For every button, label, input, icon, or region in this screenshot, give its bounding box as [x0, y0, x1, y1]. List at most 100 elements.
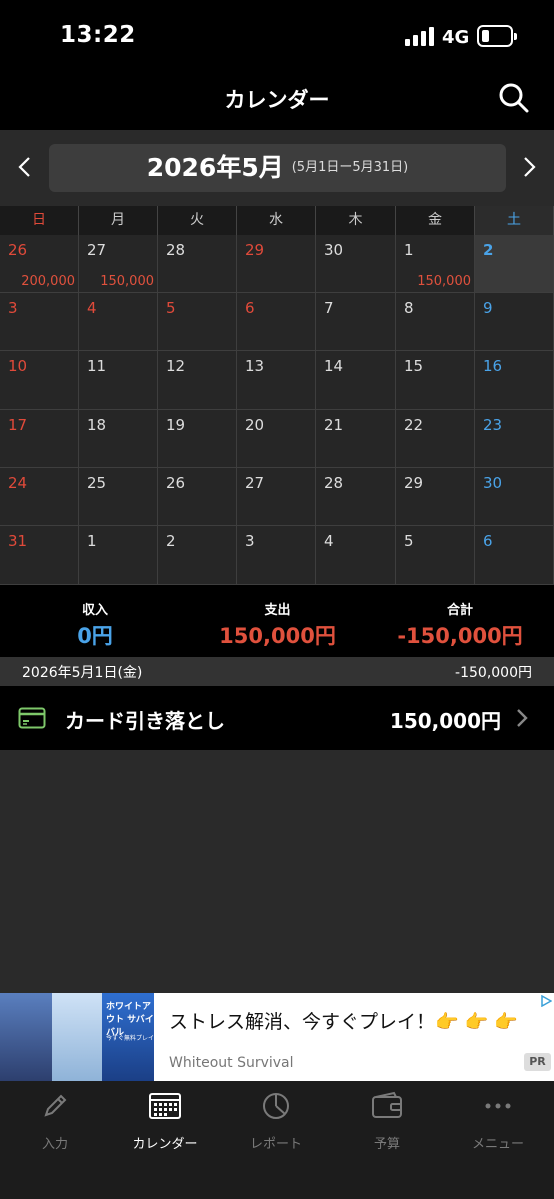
day-number: 16 — [483, 357, 503, 375]
calendar-day-cell[interactable]: 21 — [316, 410, 396, 468]
calendar-day-cell[interactable]: 22 — [396, 410, 475, 468]
month-range: (5月1日ー5月31日) — [291, 160, 409, 175]
day-number: 1 — [87, 532, 97, 550]
calendar-day-cell[interactable]: 27 — [237, 468, 316, 526]
calendar-day-cell[interactable]: 2 — [158, 526, 237, 585]
calendar-day-cell[interactable]: 11 — [79, 351, 158, 410]
date-total: -150,000円 — [455, 665, 532, 681]
signal-icon — [405, 27, 435, 46]
ad-headline[interactable]: ストレス解消、今すぐプレイ！👉 👉 👉 — [169, 1007, 518, 1034]
calendar-day-cell[interactable]: 14 — [316, 351, 396, 410]
tab-report[interactable]: レポート — [221, 1091, 331, 1152]
day-number: 13 — [245, 357, 265, 375]
ad-image[interactable]: ホワイトアウト サバイバル 今すぐ無料プレイ — [0, 993, 154, 1081]
calendar-day-cell[interactable]: 2 — [475, 235, 554, 293]
day-number: 28 — [166, 241, 186, 259]
day-number: 4 — [324, 532, 334, 550]
expense-label: 支出 — [264, 603, 291, 618]
tab-input[interactable]: 入力 — [0, 1091, 110, 1152]
income-label: 収入 — [81, 603, 108, 618]
tab-bar: 入力 カレンダー レポート 予算 メニュー — [0, 1081, 554, 1199]
calendar-day-cell[interactable]: 26 — [158, 468, 237, 526]
calendar-day-cell[interactable]: 1 150,000 — [396, 235, 475, 293]
ad-brand: Whiteout Survival — [169, 1055, 294, 1071]
calendar-day-cell[interactable]: 16 — [475, 351, 554, 410]
status-bar: 13:22 4G — [0, 0, 554, 72]
calendar-day-cell[interactable]: 30 — [316, 235, 396, 293]
calendar-day-cell[interactable]: 12 — [158, 351, 237, 410]
calendar-day-cell[interactable]: 1 — [79, 526, 158, 585]
calendar-day-cell[interactable]: 18 — [79, 410, 158, 468]
calendar-day-cell[interactable]: 4 — [79, 293, 158, 351]
total-summary: 合計 -150,000円 — [370, 599, 550, 650]
day-number: 1 — [404, 241, 414, 259]
calendar-day-cell[interactable]: 30 — [475, 468, 554, 526]
calendar-icon — [149, 1093, 181, 1119]
transaction-row[interactable]: カード引き落とし 150,000円 — [0, 686, 554, 750]
pie-chart-icon — [263, 1093, 289, 1119]
calendar-day-cell[interactable]: 6 — [237, 293, 316, 351]
weekday-label: 水 — [237, 206, 316, 235]
calendar-day-cell[interactable]: 10 — [0, 351, 79, 410]
calendar-day-cell[interactable]: 28 — [316, 468, 396, 526]
tab-budget[interactable]: 予算 — [332, 1091, 442, 1152]
calendar-day-cell[interactable]: 5 — [396, 526, 475, 585]
day-number: 3 — [8, 299, 18, 317]
month-selector[interactable]: 2026年5月 (5月1日ー5月31日) — [49, 144, 506, 192]
day-number: 29 — [404, 474, 424, 492]
calendar-day-cell[interactable]: 28 — [158, 235, 237, 293]
ad-banner[interactable]: ホワイトアウト サバイバル 今すぐ無料プレイ ストレス解消、今すぐプレイ！👉 👉… — [0, 993, 554, 1081]
tab-calendar[interactable]: カレンダー — [110, 1091, 220, 1152]
ad-choices-icon[interactable] — [540, 995, 552, 1007]
calendar-day-cell[interactable]: 8 — [396, 293, 475, 351]
calendar-day-cell[interactable]: 17 — [0, 410, 79, 468]
calendar-day-cell[interactable]: 13 — [237, 351, 316, 410]
calendar-day-cell[interactable]: 20 — [237, 410, 316, 468]
calendar-day-cell[interactable]: 24 — [0, 468, 79, 526]
calendar-day-cell[interactable]: 6 — [475, 526, 554, 585]
income-value: 0円 — [77, 624, 113, 648]
weekday-header: 日月火水木金土 — [0, 206, 554, 235]
calendar-day-cell[interactable]: 29 — [237, 235, 316, 293]
calendar-day-cell[interactable]: 31 — [0, 526, 79, 585]
calendar-day-cell[interactable]: 3 — [0, 293, 79, 351]
day-number: 12 — [166, 357, 186, 375]
calendar-day-cell[interactable]: 29 — [396, 468, 475, 526]
tab-label: メニュー — [471, 1137, 524, 1152]
calendar-day-cell[interactable]: 26 200,000 — [0, 235, 79, 293]
search-icon[interactable] — [498, 82, 530, 114]
day-number: 30 — [483, 474, 503, 492]
calendar-day-cell[interactable]: 5 — [158, 293, 237, 351]
day-number: 22 — [404, 416, 424, 434]
chevron-right-icon[interactable] — [514, 152, 544, 182]
selected-date: 2026年5月1日(金) — [22, 665, 143, 681]
weekday-label: 木 — [316, 206, 396, 235]
chevron-left-icon[interactable] — [10, 152, 40, 182]
calendar-day-cell[interactable]: 19 — [158, 410, 237, 468]
calendar-day-cell[interactable]: 27 150,000 — [79, 235, 158, 293]
calendar-day-cell[interactable]: 15 — [396, 351, 475, 410]
calendar-day-cell[interactable]: 7 — [316, 293, 396, 351]
day-number: 4 — [87, 299, 97, 317]
weekday-label: 土 — [475, 206, 554, 235]
tab-menu[interactable]: メニュー — [443, 1091, 553, 1152]
calendar-day-cell[interactable]: 3 — [237, 526, 316, 585]
day-expense-amount: 150,000 — [100, 274, 154, 289]
month-navigation: 2026年5月 (5月1日ー5月31日) — [0, 130, 554, 206]
day-number: 6 — [245, 299, 255, 317]
chevron-right-icon — [517, 709, 528, 727]
calendar-day-cell[interactable]: 4 — [316, 526, 396, 585]
ad-pr-label: PR — [524, 1053, 551, 1071]
weekday-label: 火 — [158, 206, 237, 235]
calendar-day-cell[interactable]: 25 — [79, 468, 158, 526]
calendar-day-cell[interactable]: 9 — [475, 293, 554, 351]
calendar-day-cell[interactable]: 23 — [475, 410, 554, 468]
app-header: カレンダー — [0, 72, 554, 130]
day-number: 28 — [324, 474, 344, 492]
tab-label: 入力 — [41, 1137, 68, 1152]
date-section-header: 2026年5月1日(金) -150,000円 — [0, 657, 554, 686]
day-number: 5 — [166, 299, 176, 317]
empty-area — [0, 750, 554, 993]
wallet-icon — [372, 1091, 402, 1118]
day-number: 24 — [8, 474, 28, 492]
